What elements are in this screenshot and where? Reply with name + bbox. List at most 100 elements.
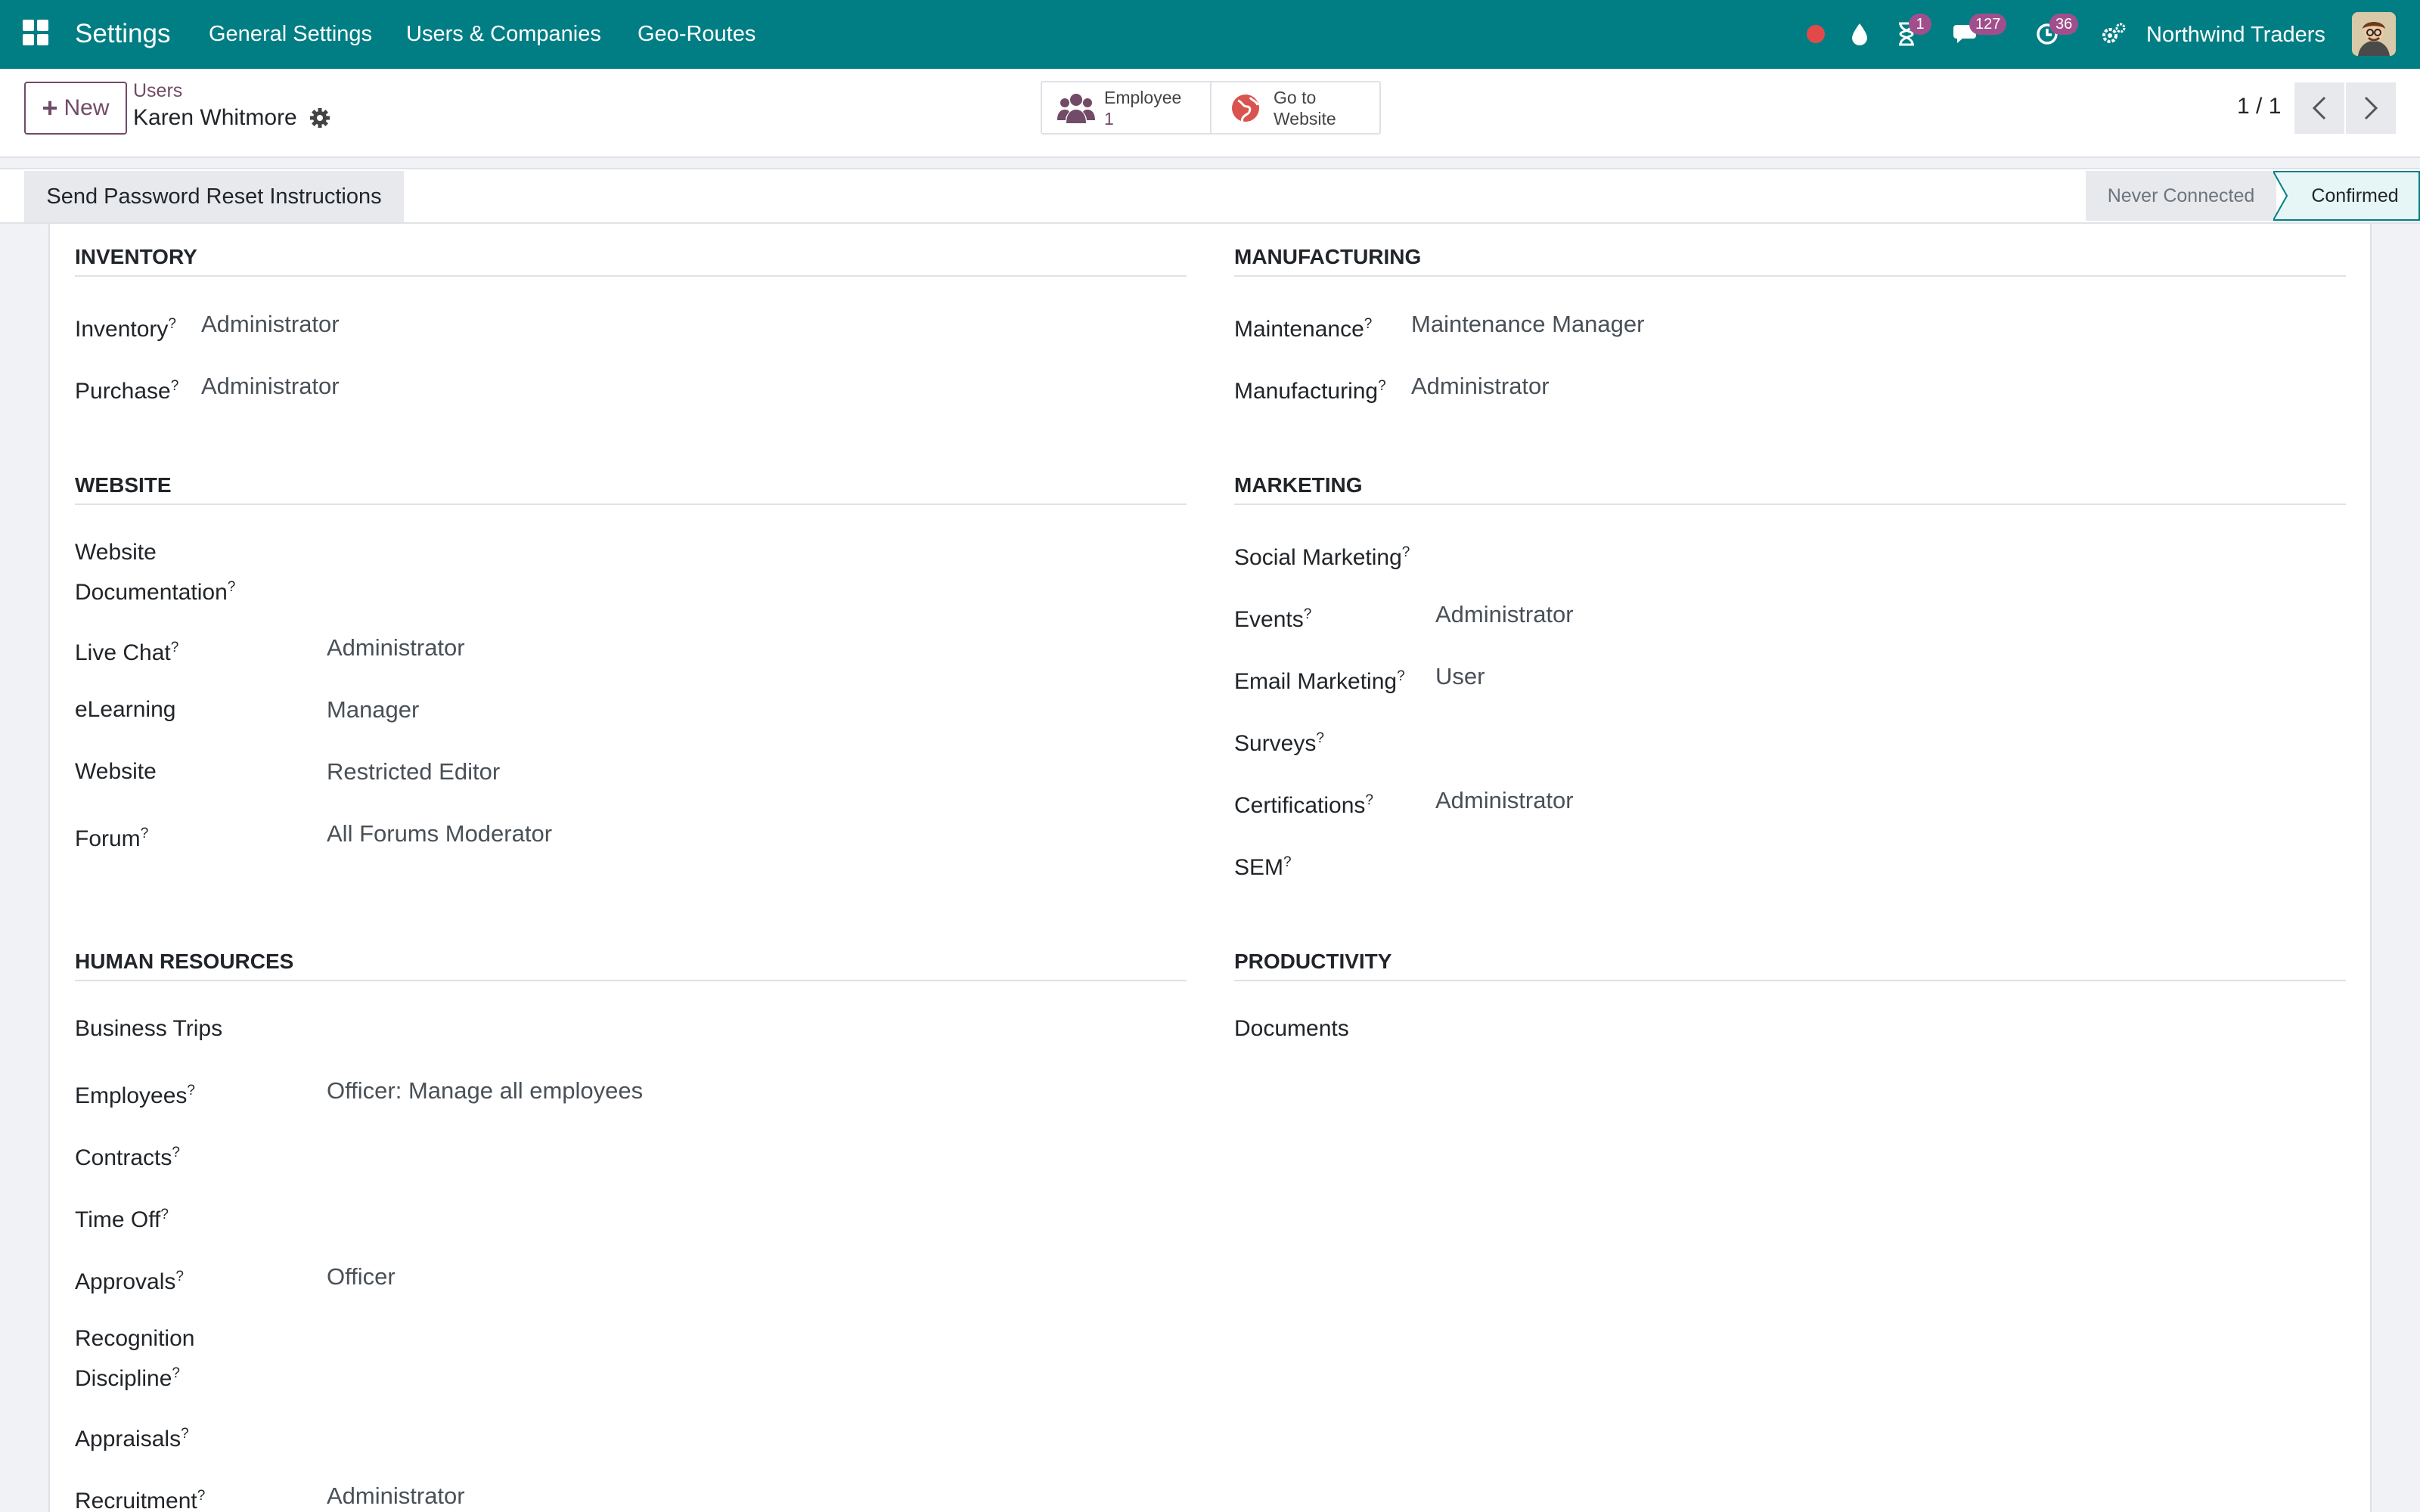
- field-value-website[interactable]: Restricted Editor: [327, 754, 500, 789]
- field-label-surveys: Surveys?: [1234, 730, 1324, 756]
- stage-confirmed-label: Confirmed: [2311, 184, 2399, 206]
- help-tooltip-icon[interactable]: ?: [197, 1488, 206, 1504]
- apps-menu-icon[interactable]: [23, 20, 48, 45]
- field-label-events: Events?: [1234, 606, 1312, 632]
- stage-confirmed[interactable]: Confirmed: [2273, 171, 2420, 221]
- field-label-sem: SEM?: [1234, 854, 1292, 880]
- chevron-left-icon: [2312, 96, 2326, 120]
- new-record-button[interactable]: + New: [24, 82, 127, 135]
- help-tooltip-icon[interactable]: ?: [228, 579, 236, 595]
- field-label-time-off: Time Off?: [75, 1207, 169, 1232]
- pager-previous-button[interactable]: [2294, 82, 2344, 134]
- go-to-website-smart-button[interactable]: Go to Website: [1212, 82, 1379, 133]
- group-divider: [1234, 275, 2346, 277]
- field-label-maintenance: Maintenance?: [1234, 316, 1373, 342]
- field-value-maintenance[interactable]: Maintenance Manager: [1411, 307, 1644, 342]
- help-tooltip-icon[interactable]: ?: [1397, 668, 1405, 684]
- messages-icon[interactable]: 127: [1950, 14, 2007, 51]
- field-value-certifications[interactable]: Administrator: [1435, 783, 1574, 818]
- field-value-forum[interactable]: All Forums Moderator: [327, 816, 552, 851]
- help-tooltip-icon[interactable]: ?: [1304, 606, 1312, 622]
- recording-dot-icon[interactable]: [1798, 17, 1833, 51]
- group-divider: [1234, 980, 2346, 981]
- field-label-appraisals: Appraisals?: [75, 1426, 189, 1452]
- hourglass-icon[interactable]: 1: [1889, 14, 1931, 51]
- menu-users-companies[interactable]: Users & Companies: [406, 19, 601, 49]
- field-value-inventory[interactable]: Administrator: [201, 307, 340, 342]
- group-divider: [75, 980, 1187, 981]
- help-tooltip-icon[interactable]: ?: [171, 640, 179, 655]
- field-value-email-marketing[interactable]: User: [1435, 659, 1485, 694]
- field-label-website: Website: [75, 759, 157, 784]
- stage-never-connected[interactable]: Never Connected: [2086, 171, 2276, 221]
- field-value-approvals[interactable]: Officer: [327, 1259, 396, 1294]
- help-tooltip-icon[interactable]: ?: [1283, 854, 1292, 870]
- group-title-productivity: PRODUCTIVITY: [1234, 950, 1392, 973]
- pager-value[interactable]: 1 / 1: [2237, 91, 2281, 122]
- help-tooltip-icon[interactable]: ?: [175, 1269, 184, 1284]
- field-label-approvals: Approvals?: [75, 1269, 184, 1294]
- help-tooltip-icon[interactable]: ?: [1378, 378, 1386, 394]
- group-title-manufacturing: MANUFACTURING: [1234, 245, 1422, 268]
- company-switcher[interactable]: Northwind Traders: [2146, 20, 2325, 50]
- website-smart-line1: Go to: [1274, 87, 1317, 107]
- help-tooltip-icon[interactable]: ?: [168, 316, 176, 332]
- help-tooltip-icon[interactable]: ?: [181, 1426, 189, 1442]
- activities-clock-icon[interactable]: 36: [2030, 14, 2079, 51]
- field-label-recruitment: Recruitment?: [75, 1488, 206, 1512]
- users-icon: [1057, 89, 1095, 127]
- website-smart-line2: Website: [1274, 108, 1336, 129]
- help-tooltip-icon[interactable]: ?: [187, 1083, 195, 1098]
- field-label-website-documentation: Website Documentation?: [75, 540, 236, 605]
- field-value-events[interactable]: Administrator: [1435, 597, 1574, 632]
- field-value-elearning[interactable]: Manager: [327, 692, 419, 727]
- menu-general-settings[interactable]: General Settings: [209, 19, 372, 49]
- form-sheet: INVENTORY Inventory? Administrator Purch…: [48, 224, 2372, 1512]
- field-value-recruitment[interactable]: Administrator: [327, 1479, 465, 1512]
- field-label-forum: Forum?: [75, 826, 149, 851]
- group-divider: [75, 503, 1187, 505]
- help-tooltip-icon[interactable]: ?: [141, 826, 149, 841]
- help-tooltip-icon[interactable]: ?: [160, 1207, 169, 1222]
- droplet-icon[interactable]: [1842, 17, 1877, 51]
- help-tooltip-icon[interactable]: ?: [1364, 316, 1373, 332]
- help-tooltip-icon[interactable]: ?: [171, 378, 179, 394]
- field-label-social-marketing: Social Marketing?: [1234, 544, 1410, 570]
- field-label-email-marketing: Email Marketing?: [1234, 668, 1405, 694]
- new-button-label: New: [64, 95, 110, 120]
- app-brand[interactable]: Settings: [75, 17, 170, 51]
- help-tooltip-icon[interactable]: ?: [1365, 792, 1373, 808]
- group-title-marketing: MARKETING: [1234, 473, 1363, 497]
- employee-smart-button[interactable]: Employee 1: [1042, 82, 1212, 133]
- field-value-live-chat[interactable]: Administrator: [327, 631, 465, 665]
- gear-icon[interactable]: [309, 107, 330, 129]
- breadcrumb-current: Karen Whitmore: [133, 105, 330, 131]
- field-label-recognition-discipline: Recognition Discipline?: [75, 1326, 195, 1391]
- help-tooltip-icon[interactable]: ?: [1316, 730, 1324, 746]
- send-password-reset-button[interactable]: Send Password Reset Instructions: [24, 171, 404, 222]
- record-name: Karen Whitmore: [133, 105, 297, 130]
- help-tooltip-icon[interactable]: ?: [1402, 544, 1410, 560]
- field-value-employees[interactable]: Officer: Manage all employees: [327, 1074, 643, 1108]
- field-label-employees: Employees?: [75, 1083, 195, 1108]
- menu-geo-routes[interactable]: Geo-Routes: [638, 19, 755, 49]
- chevron-right-icon: [2364, 96, 2378, 120]
- employee-smart-count: 1: [1104, 108, 1114, 129]
- user-avatar[interactable]: [2352, 12, 2396, 56]
- field-label-live-chat: Live Chat?: [75, 640, 179, 665]
- group-title-inventory: INVENTORY: [75, 245, 197, 268]
- field-value-manufacturing[interactable]: Administrator: [1411, 369, 1550, 404]
- debug-gears-icon[interactable]: [2096, 17, 2131, 51]
- help-tooltip-icon[interactable]: ?: [172, 1145, 180, 1160]
- field-label-business-trips: Business Trips: [75, 1016, 223, 1041]
- top-navbar: Settings General Settings Users & Compan…: [0, 0, 2420, 69]
- timer-badge: 1: [1909, 14, 1931, 35]
- breadcrumb-parent-link[interactable]: Users: [133, 80, 182, 102]
- group-title-website: WEBSITE: [75, 473, 172, 497]
- group-title-human-resources: HUMAN RESOURCES: [75, 950, 294, 973]
- pager-next-button[interactable]: [2346, 82, 2396, 134]
- help-tooltip-icon[interactable]: ?: [172, 1365, 180, 1381]
- field-label-elearning: eLearning: [75, 697, 176, 722]
- field-value-purchase[interactable]: Administrator: [201, 369, 340, 404]
- form-statusbar: Send Password Reset Instructions Never C…: [0, 168, 2420, 224]
